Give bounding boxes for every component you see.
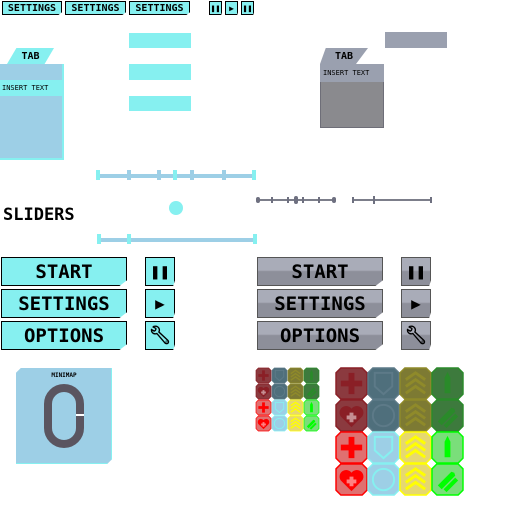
powerup-large	[399, 399, 432, 432]
powerup-large	[367, 463, 400, 496]
powerup-large	[367, 367, 400, 400]
powerup-small	[303, 367, 320, 384]
powerup-small	[303, 415, 320, 432]
powerup-large	[335, 463, 368, 496]
powerup-small	[255, 415, 272, 432]
powerup-small	[255, 383, 272, 400]
powerup-large	[367, 399, 400, 432]
powerup-small	[271, 383, 288, 400]
powerup-small	[271, 415, 288, 432]
powerup-large	[335, 431, 368, 464]
powerup-small	[287, 383, 304, 400]
powerup-large	[431, 463, 464, 496]
powerup-large	[431, 367, 464, 400]
powerup-large	[399, 367, 432, 400]
powerup-large	[335, 399, 368, 432]
powerup-small	[287, 415, 304, 432]
powerup-small	[287, 367, 304, 384]
powerup-small	[303, 383, 320, 400]
powerup-small	[255, 367, 272, 384]
powerup-icons	[255, 367, 464, 496]
powerup-small	[255, 399, 272, 416]
powerup-large	[431, 431, 464, 464]
powerup-large	[335, 367, 368, 400]
powerup-large	[399, 463, 432, 496]
powerup-large	[399, 431, 432, 464]
powerup-small	[287, 399, 304, 416]
powerup-small	[303, 399, 320, 416]
powerup-small	[271, 367, 288, 384]
powerup-large	[367, 431, 400, 464]
powerup-large	[431, 399, 464, 432]
powerup-small	[271, 399, 288, 416]
